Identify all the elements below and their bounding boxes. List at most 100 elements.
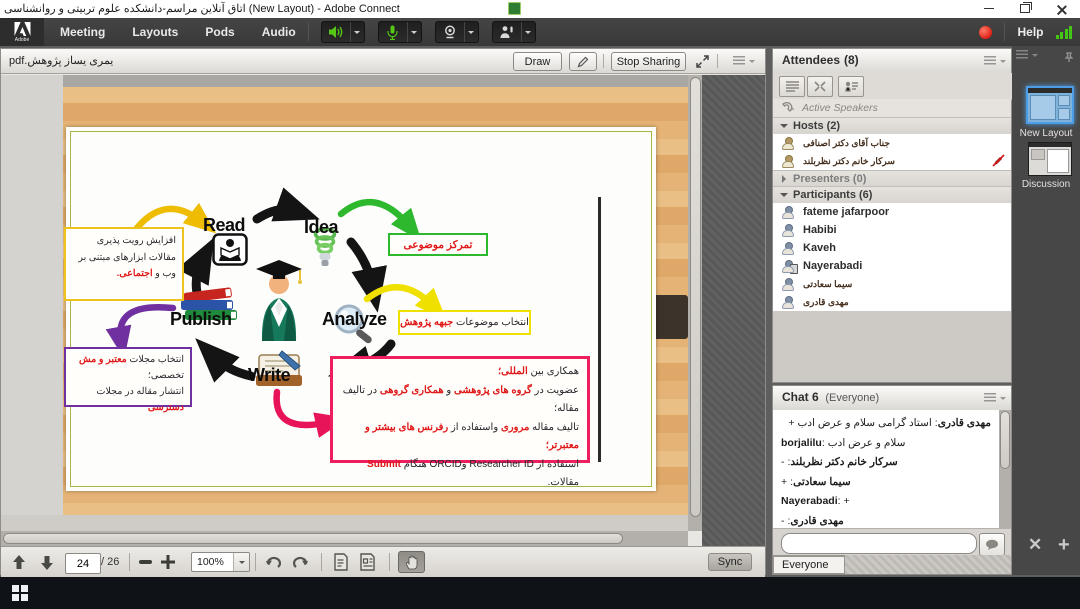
fullscreen-button[interactable]	[691, 52, 713, 71]
sync-button[interactable]: Sync	[708, 553, 752, 571]
chat-title: Chat 6	[782, 390, 819, 404]
zoom-level-select[interactable]: 100%	[191, 552, 250, 572]
stop-sharing-button[interactable]: Stop Sharing	[611, 52, 686, 71]
layouts-panel: New Layout Discussion ✕ +	[1012, 46, 1080, 575]
share-pod-menu-button[interactable]	[733, 55, 755, 67]
microphone-dropdown[interactable]	[407, 22, 421, 42]
chat-tab-bar: Everyone	[773, 555, 1011, 574]
attendee-row[interactable]: Habibi	[773, 221, 1011, 240]
menu-layouts[interactable]: Layouts	[132, 25, 178, 39]
fullscreen-icon	[696, 55, 709, 68]
speaker-dropdown[interactable]	[350, 22, 364, 42]
microphone-button[interactable]	[378, 21, 422, 43]
attendees-pod-menu-button[interactable]	[984, 55, 1006, 67]
attendees-pod: Attendees(8) Active Speakers Hosts (2) ج…	[772, 48, 1012, 383]
visibility-box: افزایش رویت پذیری مقالات ابزارهای مبتنی …	[64, 227, 184, 301]
microphone-icon	[379, 22, 407, 42]
previous-page-button[interactable]	[11, 547, 27, 577]
minimize-button[interactable]	[972, 0, 1006, 17]
undo-button[interactable]	[265, 547, 281, 577]
zoom-out-button[interactable]	[139, 547, 152, 577]
attendee-list-view-button[interactable]	[779, 76, 805, 97]
vertical-scrollbar[interactable]	[688, 75, 702, 531]
menu-items: Meeting Layouts Pods Audio	[60, 25, 296, 39]
chat-scrollbar[interactable]	[999, 410, 1011, 528]
attendee-row-host-1[interactable]: جناب آقای دکتر اصنافی	[773, 134, 1011, 153]
layout-discussion-label[interactable]: Discussion	[1012, 179, 1080, 190]
attendee-row[interactable]: سیما سعادتی	[773, 275, 1011, 294]
redo-button[interactable]	[293, 547, 309, 577]
recording-indicator-icon	[979, 26, 992, 39]
delete-layout-button[interactable]: ✕	[1028, 535, 1042, 555]
pointer-tool-button[interactable]	[569, 52, 597, 71]
send-message-button[interactable]	[979, 533, 1005, 556]
raise-hand-dropdown[interactable]	[521, 22, 535, 42]
windows-logo-icon	[12, 585, 28, 601]
close-button[interactable]	[1044, 0, 1078, 17]
label-publish: Publish	[170, 309, 232, 330]
active-speakers-label: Active Speakers	[802, 102, 878, 114]
title-bar: اتاق آنلاین مراسم-دانشکده علوم تربیتی و …	[0, 0, 1080, 19]
hosts-section-header[interactable]: Hosts (2)	[773, 117, 1011, 135]
graduate-figure	[250, 253, 308, 350]
raise-hand-button[interactable]	[492, 21, 536, 43]
attendee-row[interactable]: Kaveh	[773, 239, 1011, 258]
menu-audio[interactable]: Audio	[262, 25, 296, 39]
participant-icon	[781, 296, 794, 309]
windows-taskbar: 94°F ENG 8:59 PM 6/14/2022 2	[0, 577, 1080, 609]
maximize-button[interactable]	[1008, 0, 1042, 17]
page-number-input[interactable]	[65, 553, 101, 574]
attendees-empty-area	[773, 311, 1011, 382]
chat-message: سرکار خانم دکتر نظربلند:-	[781, 456, 991, 468]
layout-discussion-thumbnail[interactable]	[1028, 142, 1072, 176]
start-button[interactable]	[0, 577, 40, 609]
add-layout-button[interactable]: +	[1058, 534, 1070, 557]
chat-input[interactable]	[781, 533, 977, 554]
attendee-row[interactable]: fateme jafarpoor	[773, 203, 1011, 222]
chat-pod-menu-button[interactable]	[984, 392, 1006, 404]
status-view-button[interactable]	[838, 76, 864, 97]
horizontal-scrollbar[interactable]	[1, 531, 688, 546]
webcam-button[interactable]	[435, 21, 479, 43]
layout-new-layout-thumbnail[interactable]	[1026, 86, 1074, 124]
label-analyze: Analyze	[322, 309, 387, 330]
chat-tab-everyone[interactable]: Everyone	[773, 555, 845, 574]
attendee-row[interactable]: Nayerabadi	[773, 257, 1011, 276]
layout-new-layout-label[interactable]: New Layout	[1012, 128, 1080, 139]
menu-meeting[interactable]: Meeting	[60, 25, 105, 39]
adobe-connect-window: اتاق آنلاین مراسم-دانشکده علوم تربیتی و …	[0, 0, 1080, 609]
zoom-in-button[interactable]	[161, 547, 175, 577]
participant-icon	[781, 242, 794, 255]
fit-page-button[interactable]	[332, 547, 349, 577]
research-front-box: انتخاب موضوعات جبهه پژوهش	[398, 310, 531, 335]
draw-button[interactable]: Draw	[513, 52, 562, 71]
shared-document-view: Read Idea Analyze Write Publish	[1, 75, 688, 531]
layouts-menu-button[interactable]	[1016, 49, 1038, 61]
presentation-slide: Read Idea Analyze Write Publish	[66, 127, 656, 491]
fit-width-button[interactable]	[359, 547, 377, 577]
attendee-name: مهدی قادری	[803, 297, 849, 308]
breakout-view-button[interactable]	[807, 76, 833, 97]
menu-help[interactable]: Help	[1017, 25, 1043, 39]
pan-tool-button[interactable]	[398, 551, 425, 573]
topic-focus-box: تمرکز موضوعی	[388, 233, 488, 256]
speaker-button[interactable]	[321, 21, 365, 43]
participants-section-header[interactable]: Participants (6)	[773, 186, 1011, 204]
next-page-button[interactable]	[39, 547, 55, 577]
attendees-header: Attendees(8)	[773, 49, 1011, 74]
attendee-row-host-2[interactable]: سرکار خانم دکتر نظربلند	[773, 152, 1011, 171]
attendee-row[interactable]: مهدی قادری	[773, 293, 1011, 312]
chat-pod: Chat 6 (Everyone) مهدی قادری:استاد گرامی…	[772, 385, 1012, 575]
label-read: Read	[203, 215, 245, 236]
webcam-dropdown[interactable]	[464, 22, 478, 42]
pin-panel-icon[interactable]	[1064, 49, 1074, 67]
connection-signal-icon	[1056, 26, 1073, 39]
adobe-a-icon	[14, 22, 31, 36]
chat-message: borjalilu:سلام و عرض ادب	[781, 437, 991, 449]
zoom-dropdown-icon[interactable]	[233, 553, 249, 571]
menu-pods[interactable]: Pods	[205, 25, 234, 39]
hand-icon	[405, 555, 419, 570]
chat-message: مهدی قادری:-	[781, 515, 991, 527]
share-pod-empty-area	[702, 75, 765, 546]
chat-message-list[interactable]: مهدی قادری:استاد گرامی سلام و عرض ادب + …	[773, 410, 999, 528]
